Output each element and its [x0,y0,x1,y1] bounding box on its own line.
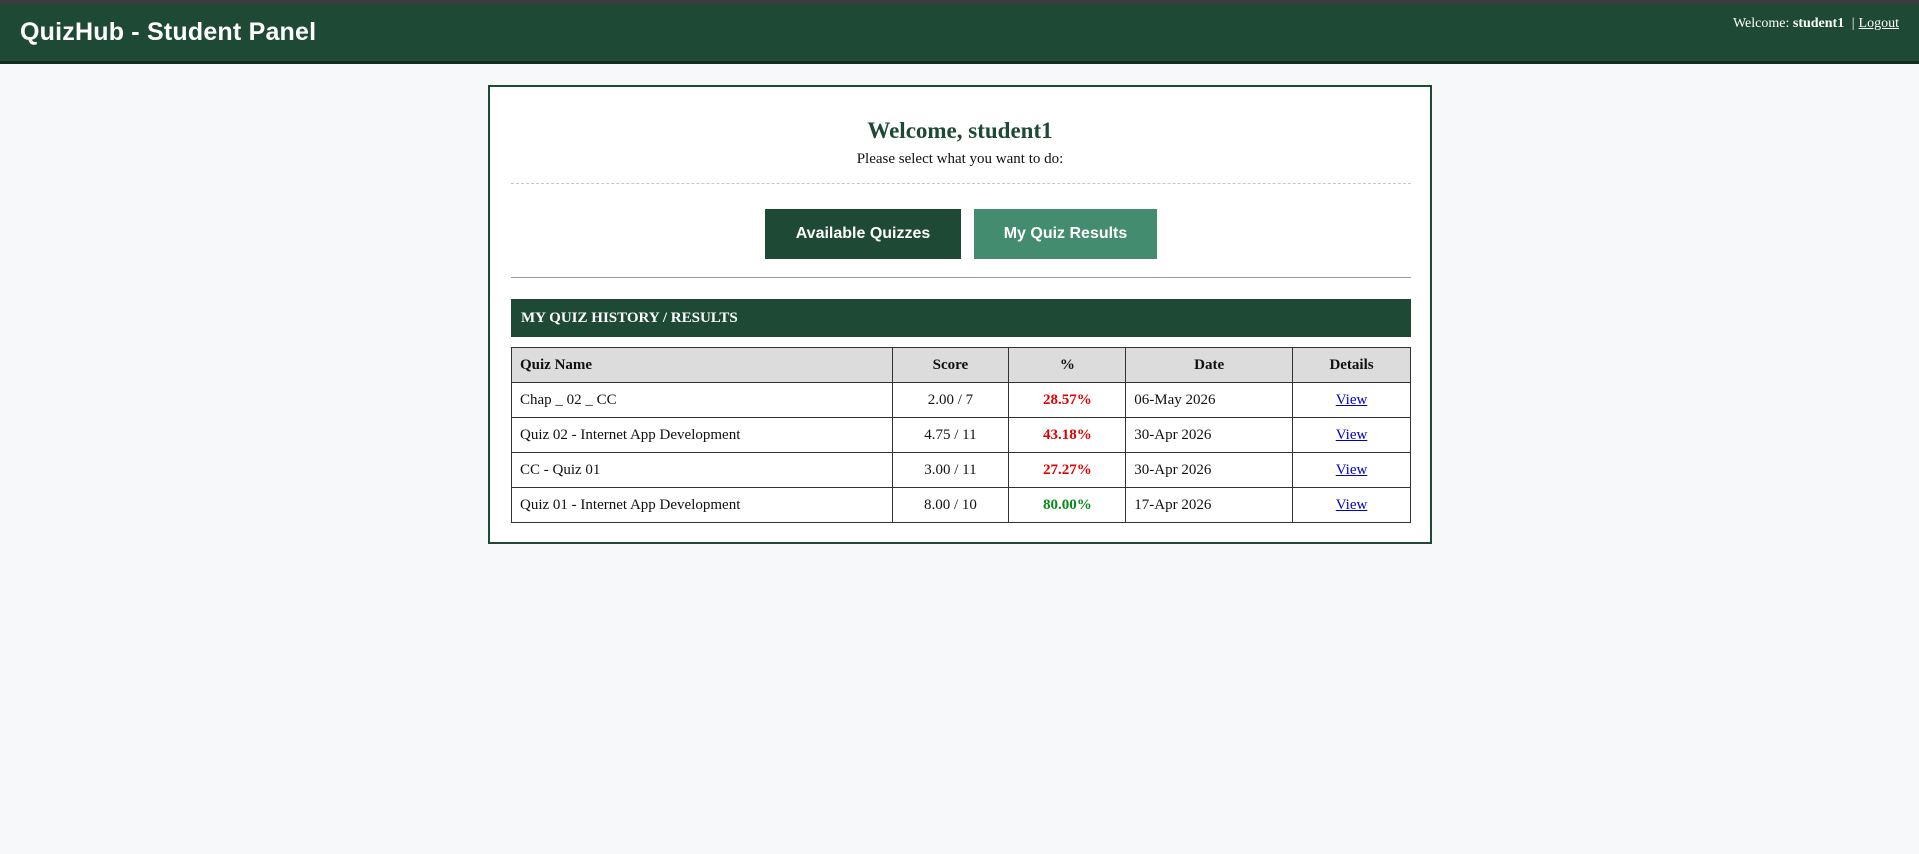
percent-cell: 43.18% [1008,417,1127,453]
quiz-name-cell: Quiz 02 - Internet App Development [511,417,893,453]
percent-cell: 27.27% [1008,452,1127,488]
my-quiz-results-button[interactable]: My Quiz Results [974,209,1157,259]
details-cell: View [1292,417,1411,453]
instruction-text: Please select what you want to do: [856,151,1064,167]
dotted-divider [511,183,1411,184]
percent-cell: 80.00% [1008,487,1127,523]
date-cell: 30-Apr 2026 [1125,417,1294,453]
view-details-link[interactable]: View [1336,427,1368,443]
welcome-heading: Welcome, student1 [867,118,1053,143]
table-header-row: Quiz Name Score % Date Details [511,347,1411,383]
column-header-percent: % [1008,347,1127,383]
solid-divider [511,277,1411,278]
details-cell: View [1292,382,1411,418]
app-title: QuizHub - Student Panel [20,18,317,46]
section-header: MY QUIZ HISTORY / RESULTS [511,299,1411,337]
column-header-quiz-name: Quiz Name [511,347,893,383]
username: student1 [1792,16,1845,31]
app-header: QuizHub - Student Panel Welcome: student… [0,4,1919,64]
score-cell: 2.00 / 7 [891,382,1010,418]
percent-cell: 28.57% [1008,382,1127,418]
column-header-date: Date [1125,347,1294,383]
view-details-link[interactable]: View [1336,462,1368,478]
table-row: Quiz 02 - Internet App Development 4.75 … [511,417,1411,453]
quiz-results-table: Quiz Name Score % Date Details Chap _ 02… [511,347,1411,523]
details-cell: View [1292,452,1411,488]
student-panel-card: Welcome, student1 Please select what you… [488,85,1432,544]
date-cell: 06-May 2026 [1125,382,1294,418]
logout-link[interactable]: Logout [1859,16,1899,31]
column-header-score: Score [891,347,1010,383]
score-cell: 4.75 / 11 [891,417,1010,453]
table-row: CC - Quiz 01 3.00 / 11 27.27% 30-Apr 202… [511,452,1411,488]
view-details-link[interactable]: View [1336,497,1368,513]
table-row: Quiz 01 - Internet App Development 8.00 … [511,487,1411,523]
available-quizzes-button[interactable]: Available Quizzes [765,209,961,259]
date-cell: 17-Apr 2026 [1125,487,1294,523]
welcome-prefix: Welcome: [1732,16,1790,31]
score-cell: 3.00 / 11 [891,452,1010,488]
column-header-details: Details [1292,347,1411,383]
quiz-name-cell: CC - Quiz 01 [511,452,893,488]
details-cell: View [1292,487,1411,523]
quiz-name-cell: Chap _ 02 _ CC [511,382,893,418]
table-row: Chap _ 02 _ CC 2.00 / 7 28.57% 06-May 20… [511,382,1411,418]
user-bar: Welcome: student1 | Logout [1733,16,1899,32]
separator: | [1851,16,1855,31]
quiz-name-cell: Quiz 01 - Internet App Development [511,487,893,523]
date-cell: 30-Apr 2026 [1125,452,1294,488]
view-details-link[interactable]: View [1336,392,1368,408]
score-cell: 8.00 / 10 [891,487,1010,523]
